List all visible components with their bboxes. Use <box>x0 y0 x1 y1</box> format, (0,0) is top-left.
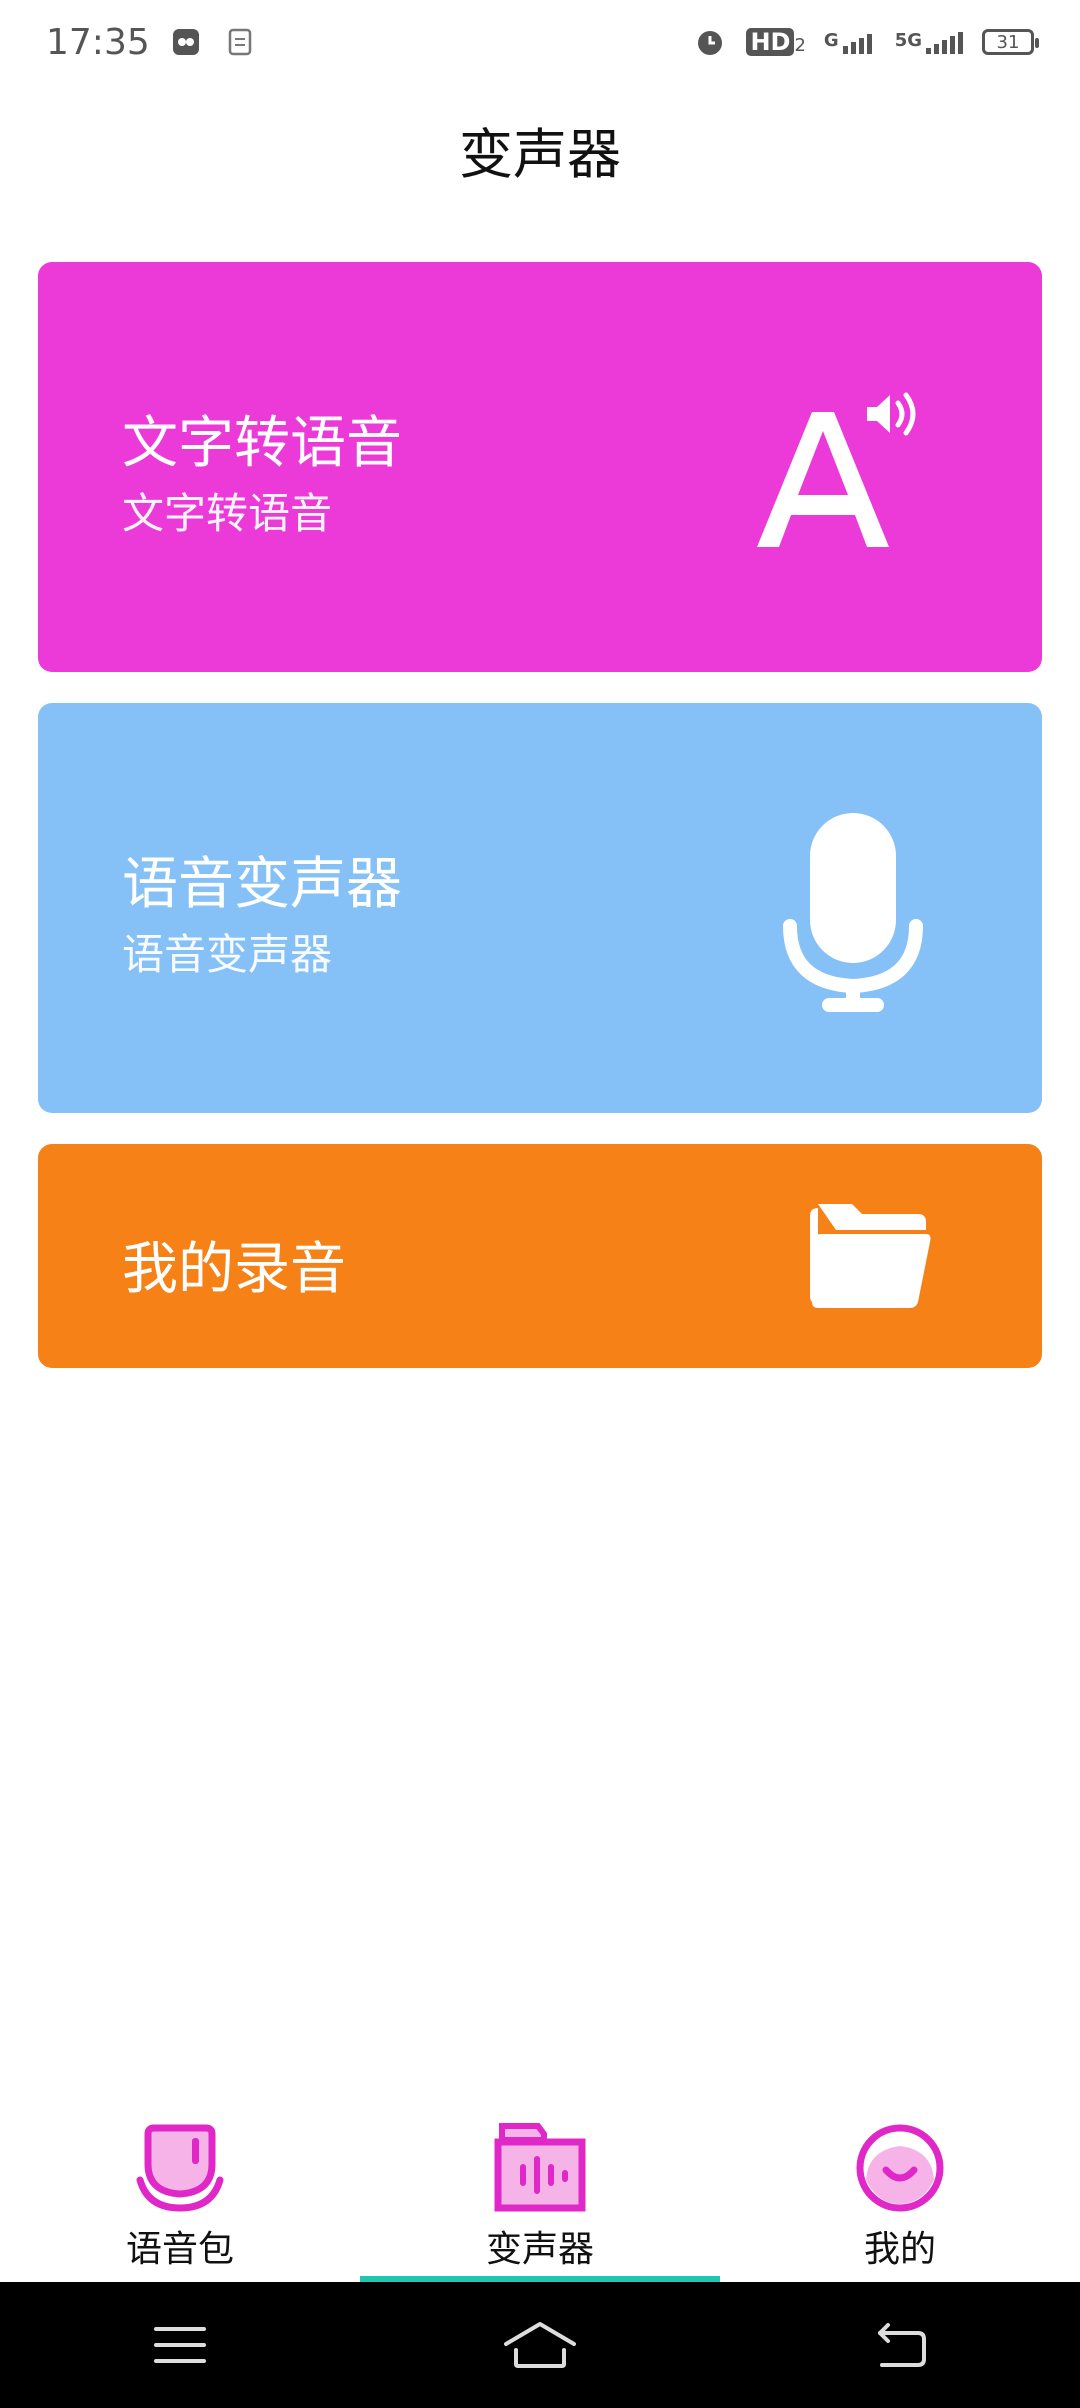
hd-indicator: HD 2 <box>746 28 806 56</box>
tab-label: 变声器 <box>485 2229 594 2270</box>
card-subtitle: 文字转语音 <box>122 489 333 538</box>
back-icon <box>878 2323 926 2367</box>
tab-label: 我的 <box>863 2229 936 2270</box>
home-icon <box>504 2322 576 2368</box>
text-to-speech-icon <box>752 387 932 557</box>
voice-changer-card[interactable]: 语音变声器 语音变声器 <box>38 703 1042 1113</box>
voice-changer-icon <box>494 2123 586 2212</box>
card-title: 我的录音 <box>122 1237 346 1302</box>
page-title: 变声器 <box>459 123 621 186</box>
document-notification-icon <box>222 24 258 60</box>
my-recordings-card[interactable]: 我的录音 <box>38 1144 1042 1368</box>
signal-bars-5g-icon <box>926 32 963 54</box>
tab-voice-pack[interactable]: 语音包 <box>0 2120 360 2282</box>
home-button[interactable] <box>495 2315 585 2375</box>
tab-profile[interactable]: 我的 <box>720 2120 1080 2282</box>
bottom-tab-bar: 语音包 变声器 我的 <box>0 2120 1080 2282</box>
status-left: 17:35 <box>46 22 258 63</box>
signal-5g: 5G <box>895 30 964 54</box>
battery-level: 31 <box>996 31 1020 53</box>
folder-icon <box>808 1204 932 1310</box>
hd-sub-label: 2 <box>794 35 806 56</box>
signal-g-label: G <box>823 30 839 51</box>
menu-button[interactable] <box>135 2315 225 2375</box>
signal-g: G <box>824 30 877 54</box>
card-title: 语音变声器 <box>122 852 402 917</box>
hd-label: HD <box>746 28 795 56</box>
status-right: HD 2 G 5G 31 <box>692 24 1039 60</box>
microphone-icon <box>782 808 932 1018</box>
tab-label: 语音包 <box>125 2229 234 2270</box>
status-time: 17:35 <box>46 21 150 63</box>
card-title: 文字转语音 <box>122 411 402 476</box>
card-subtitle: 语音变声器 <box>122 930 333 979</box>
menu-icon <box>154 2327 206 2363</box>
profile-icon <box>856 2124 944 2212</box>
battery-icon: 31 <box>982 29 1039 55</box>
voice-pack-icon <box>136 2124 224 2212</box>
back-button[interactable] <box>855 2315 945 2375</box>
tab-voice-changer[interactable]: 变声器 <box>360 2120 720 2282</box>
text-to-speech-card[interactable]: 文字转语音 文字转语音 <box>38 262 1042 672</box>
app-notification-icon <box>168 24 204 60</box>
status-bar: 17:35 HD 2 G 5G 31 <box>0 0 1080 84</box>
signal-bars-icon <box>842 34 872 54</box>
signal-5g-label: 5G <box>894 30 922 51</box>
alarm-icon <box>692 24 728 60</box>
system-nav-bar <box>0 2282 1080 2408</box>
